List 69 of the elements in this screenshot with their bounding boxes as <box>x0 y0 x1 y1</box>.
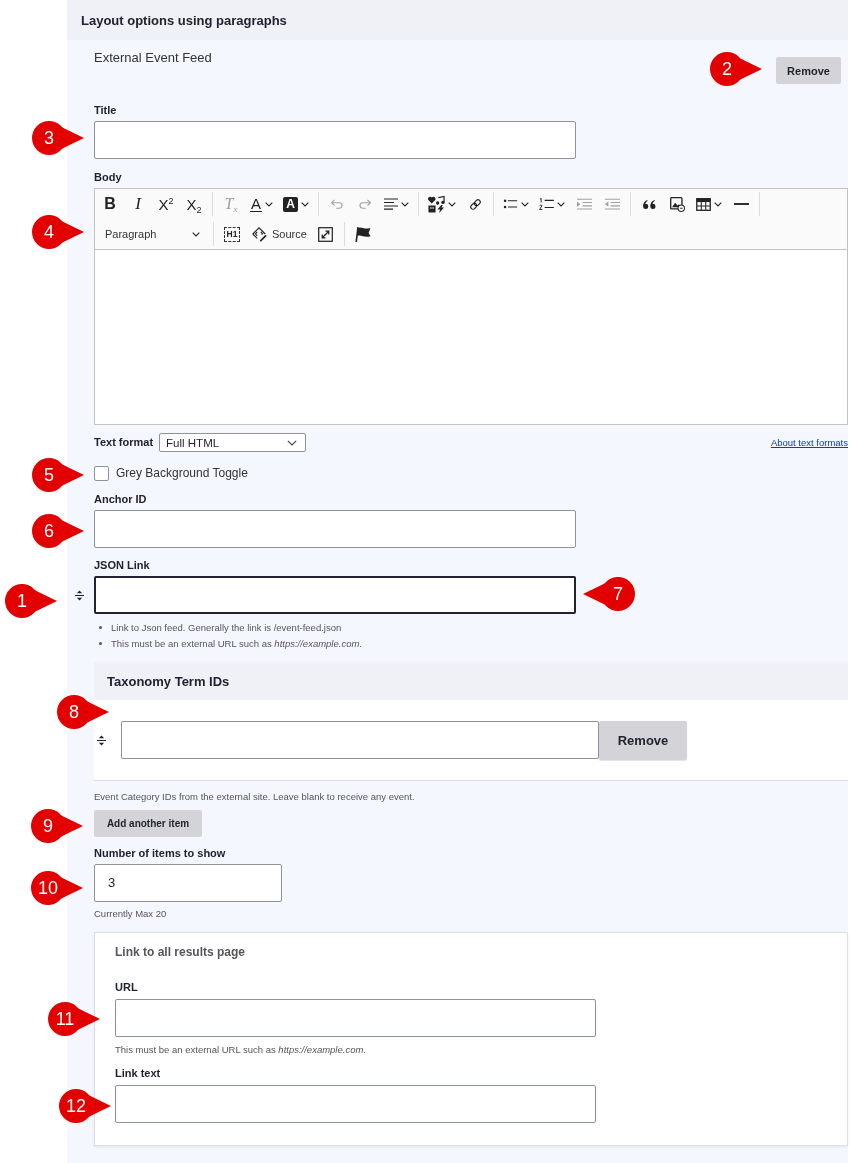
caret-icon <box>265 201 273 207</box>
field-label: Anchor ID <box>94 492 148 507</box>
indent-icon <box>576 198 592 210</box>
drag-handle-icon[interactable] <box>97 735 106 746</box>
about-text-formats-link[interactable]: About text formats <box>770 437 848 448</box>
quote-icon <box>642 199 656 209</box>
caret-icon <box>557 201 565 207</box>
link-text-input-field[interactable] <box>115 1085 596 1123</box>
number-input-field[interactable]: 3 <box>94 864 282 902</box>
caret-icon <box>401 201 409 207</box>
field-label: URL <box>115 980 139 995</box>
field-label: Body <box>94 170 123 185</box>
help-text: This must be an external URL such as https://example.com. <box>111 637 362 649</box>
numbered-list-icon <box>539 198 554 210</box>
undo-icon <box>330 199 344 209</box>
paragraph-format-dropdown[interactable]: Paragraph <box>97 221 208 247</box>
json-link-input-field[interactable] <box>94 576 576 614</box>
checkbox-label[interactable]: Grey Background Toggle <box>116 466 248 480</box>
bold-button[interactable]: B <box>97 191 123 217</box>
drag-handle-icon[interactable] <box>75 589 84 601</box>
table-title: Taxonomy Term IDs <box>107 673 230 689</box>
bullet-icon <box>99 625 102 629</box>
background-color-button[interactable]: A <box>279 191 313 217</box>
font-color-button[interactable]: A <box>246 191 277 217</box>
source-button[interactable]: Source <box>247 221 311 247</box>
field-label: JSON Link <box>94 558 151 573</box>
paragraph-type-label: External Event Feed <box>94 49 212 67</box>
help-text: Link to Json feed. Generally the link is /event-feed.json <box>111 621 342 633</box>
table-icon <box>696 197 711 211</box>
outdent-icon <box>604 198 620 210</box>
title-input-field[interactable] <box>94 121 576 159</box>
remove-button[interactable]: Remove <box>776 57 841 84</box>
bulleted-list-icon <box>503 199 518 209</box>
url-input-field[interactable] <box>115 999 596 1037</box>
help-text: Currently Max 20 <box>94 907 168 921</box>
italic-button[interactable]: I <box>125 191 151 217</box>
align-left-icon <box>384 198 398 210</box>
caret-icon <box>192 231 200 237</box>
redo-icon <box>358 199 372 209</box>
fieldset-legend: Link to all results page <box>115 944 847 960</box>
symbols-icon <box>428 195 445 213</box>
add-another-item-button[interactable]: Add another item <box>94 810 202 837</box>
link-icon <box>468 197 482 211</box>
caret-icon <box>521 201 529 207</box>
image-icon <box>669 196 685 212</box>
superscript-button[interactable]: X$^{2}$ <box>153 191 179 217</box>
horizontal-line-icon <box>733 203 749 205</box>
chevron-down-icon <box>287 439 298 446</box>
text-format-select[interactable]: Full HTML <box>159 433 307 452</box>
field-label: Text format <box>94 435 154 450</box>
bullet-icon <box>99 641 102 645</box>
field-label: Number of items to show <box>94 846 227 861</box>
section-title: Layout options using paragraphs <box>81 12 287 28</box>
help-text: Event Category IDs from the external site. Leave blank to receive any event. <box>94 790 416 804</box>
remove-button[interactable]: Remove <box>599 721 687 760</box>
field-label: Title <box>94 103 118 118</box>
subscript-button[interactable]: X$_{2}$ <box>181 191 207 217</box>
code-icon <box>251 226 267 242</box>
help-text: This must be an external URL such as https://example.com. <box>115 1043 367 1057</box>
flag-icon <box>354 226 371 242</box>
expand-icon <box>318 226 334 242</box>
heading-id-button[interactable]: H1 <box>219 221 245 247</box>
caret-icon <box>448 201 456 207</box>
caret-icon <box>714 201 722 207</box>
field-label: Link text <box>115 1066 162 1081</box>
anchor-id-input-field[interactable] <box>94 510 576 548</box>
term-id-input-field[interactable] <box>121 721 599 759</box>
caret-icon <box>301 201 309 207</box>
checkbox[interactable] <box>94 465 109 481</box>
